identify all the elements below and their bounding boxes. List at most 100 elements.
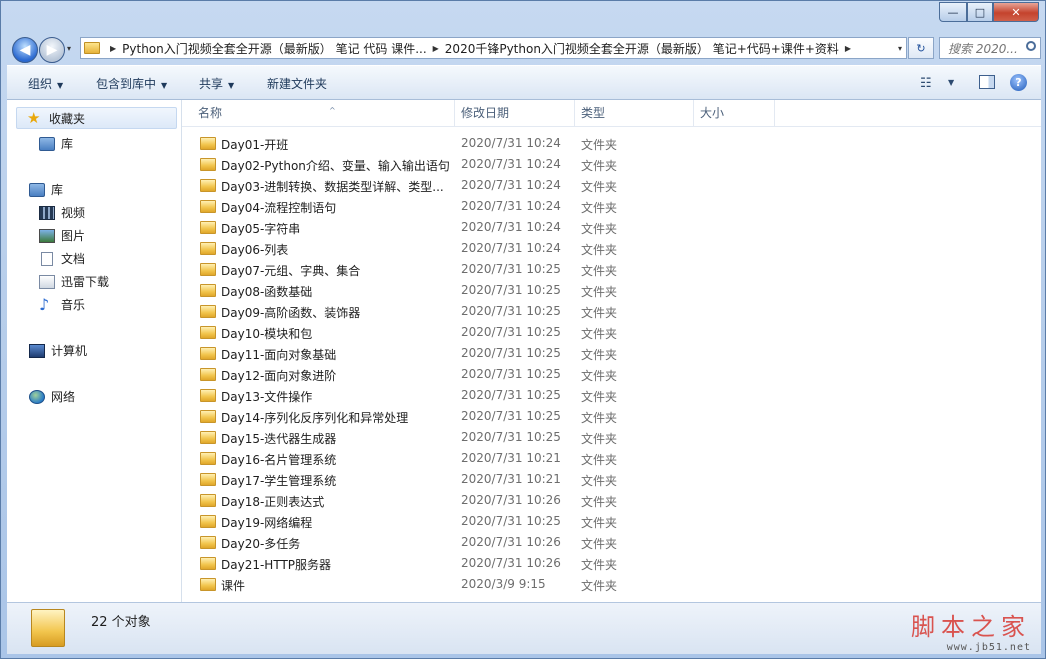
folder-icon — [200, 263, 216, 276]
sidebar-item-music[interactable]: ♪ 音乐 — [39, 296, 85, 313]
watermark-title: 脚本之家 — [911, 613, 1031, 641]
breadcrumb-separator-icon[interactable]: ▶ — [433, 44, 439, 53]
file-row[interactable]: Day09-高阶函数、装饰器 2020/7/31 10:25 文件夹 — [182, 301, 1041, 322]
column-header-date-modified[interactable]: 修改日期 — [455, 100, 575, 126]
file-date-modified: 2020/7/31 10:24 — [461, 220, 561, 234]
file-type: 文件夹 — [581, 306, 618, 320]
new-folder-button[interactable]: 新建文件夹 — [267, 75, 327, 92]
file-date-modified: 2020/7/31 10:26 — [461, 556, 561, 570]
file-row[interactable]: Day14-序列化反序列化和异常处理 2020/7/31 10:25 文件夹 — [182, 406, 1041, 427]
organize-button[interactable]: 组织 ▼ — [28, 75, 63, 92]
file-name: Day01-开班 — [221, 138, 289, 152]
file-row[interactable]: Day15-迭代器生成器 2020/7/31 10:25 文件夹 — [182, 427, 1041, 448]
breadcrumb-separator-icon[interactable]: ▶ — [110, 44, 116, 53]
file-name: Day10-模块和包 — [221, 327, 313, 341]
file-row[interactable]: Day04-流程控制语句 2020/7/31 10:24 文件夹 — [182, 196, 1041, 217]
file-date-modified: 2020/7/31 10:24 — [461, 199, 561, 213]
file-date-modified: 2020/7/31 10:25 — [461, 325, 561, 339]
file-date-modified: 2020/3/9 9:15 — [461, 577, 546, 591]
file-type: 文件夹 — [581, 243, 618, 257]
file-date-modified: 2020/7/31 10:25 — [461, 304, 561, 318]
file-row[interactable]: Day05-字符串 2020/7/31 10:24 文件夹 — [182, 217, 1041, 238]
file-name: Day20-多任务 — [221, 537, 301, 551]
file-name: Day06-列表 — [221, 243, 289, 257]
music-note-icon: ♪ — [39, 294, 50, 314]
view-dropdown-icon[interactable]: ▼ — [948, 78, 954, 87]
file-row[interactable]: Day17-学生管理系统 2020/7/31 10:21 文件夹 — [182, 469, 1041, 490]
file-row[interactable]: Day11-面向对象基础 2020/7/31 10:25 文件夹 — [182, 343, 1041, 364]
breadcrumb-item[interactable]: Python入门视频全套全开源（最新版） 笔记 代码 课件... — [122, 40, 426, 57]
file-name: Day17-学生管理系统 — [221, 474, 337, 488]
file-row[interactable]: Day07-元组、字典、集合 2020/7/31 10:25 文件夹 — [182, 259, 1041, 280]
file-row[interactable]: Day16-名片管理系统 2020/7/31 10:21 文件夹 — [182, 448, 1041, 469]
back-button[interactable]: ◀ — [12, 37, 38, 63]
file-name: Day14-序列化反序列化和异常处理 — [221, 411, 409, 425]
folder-icon — [200, 473, 216, 486]
file-name: Day13-文件操作 — [221, 390, 313, 404]
navigation-pane: ★ 收藏夹 库 库 视频 图片 文档 迅雷下载 ♪ 音乐 计算机 网络 — [7, 100, 182, 602]
file-type: 文件夹 — [581, 138, 618, 152]
share-button[interactable]: 共享 ▼ — [199, 75, 234, 92]
file-name: 课件 — [221, 579, 246, 593]
preview-pane-icon[interactable] — [979, 75, 995, 89]
file-row[interactable]: Day01-开班 2020/7/31 10:24 文件夹 — [182, 133, 1041, 154]
sidebar-item-favorites[interactable]: ★ 收藏夹 — [16, 107, 177, 129]
file-row[interactable]: Day13-文件操作 2020/7/31 10:25 文件夹 — [182, 385, 1041, 406]
recent-pages-dropdown-icon[interactable]: ▾ — [67, 44, 71, 53]
folder-icon — [200, 137, 216, 150]
file-row[interactable]: Day18-正则表达式 2020/7/31 10:26 文件夹 — [182, 490, 1041, 511]
file-row[interactable]: Day02-Python介绍、变量、输入输出语句 2020/7/31 10:24 文… — [182, 154, 1041, 175]
close-button[interactable]: ✕ — [993, 2, 1039, 22]
sidebar-item-computer[interactable]: 计算机 — [29, 342, 87, 359]
address-bar[interactable]: ▶ Python入门视频全套全开源（最新版） 笔记 代码 课件... ▶ 202… — [80, 37, 907, 59]
file-row[interactable]: Day20-多任务 2020/7/31 10:26 文件夹 — [182, 532, 1041, 553]
sidebar-item-network[interactable]: 网络 — [29, 388, 75, 405]
file-row[interactable]: Day12-面向对象进阶 2020/7/31 10:25 文件夹 — [182, 364, 1041, 385]
file-row[interactable]: Day10-模块和包 2020/7/31 10:25 文件夹 — [182, 322, 1041, 343]
refresh-button[interactable]: ↻ — [908, 37, 934, 59]
file-name: Day12-面向对象进阶 — [221, 369, 337, 383]
column-header-name[interactable]: 名称 ^ — [192, 100, 455, 126]
file-row[interactable]: Day21-HTTP服务器 2020/7/31 10:26 文件夹 — [182, 553, 1041, 574]
command-bar: 组织 ▼ 包含到库中 ▼ 共享 ▼ 新建文件夹 ☷ ▼ ? — [7, 65, 1041, 100]
file-row[interactable]: Day19-网络编程 2020/7/31 10:25 文件夹 — [182, 511, 1041, 532]
column-header-size[interactable]: 大小 — [694, 100, 775, 126]
search-input[interactable] — [946, 39, 1028, 59]
file-row[interactable]: Day08-函数基础 2020/7/31 10:25 文件夹 — [182, 280, 1041, 301]
sidebar-item-videos[interactable]: 视频 — [39, 204, 85, 221]
search-box[interactable] — [939, 37, 1041, 59]
breadcrumb-item[interactable]: 2020千锋Python入门视频全套全开源（最新版） 笔记+代码+课件+资料 — [445, 40, 839, 57]
file-type: 文件夹 — [581, 159, 618, 173]
file-row[interactable]: Day06-列表 2020/7/31 10:24 文件夹 — [182, 238, 1041, 259]
address-dropdown-icon[interactable]: ▾ — [898, 44, 902, 53]
minimize-button[interactable]: — — [939, 2, 967, 22]
file-type: 文件夹 — [581, 537, 618, 551]
file-date-modified: 2020/7/31 10:25 — [461, 367, 561, 381]
folder-icon — [200, 494, 216, 507]
change-view-icon[interactable]: ☷ — [920, 76, 932, 91]
column-header-type[interactable]: 类型 — [575, 100, 694, 126]
file-type: 文件夹 — [581, 453, 618, 467]
forward-button[interactable]: ▶ — [39, 37, 65, 63]
forward-arrow-icon: ▶ — [46, 42, 58, 58]
file-row[interactable]: 课件 2020/3/9 9:15 文件夹 — [182, 574, 1041, 595]
file-name: Day08-函数基础 — [221, 285, 313, 299]
sidebar-item-libraries[interactable]: 库 — [29, 181, 63, 198]
folder-icon — [200, 179, 216, 192]
maximize-button[interactable]: □ — [967, 2, 993, 22]
file-name: Day07-元组、字典、集合 — [221, 264, 361, 278]
file-date-modified: 2020/7/31 10:25 — [461, 388, 561, 402]
sidebar-item-documents[interactable]: 文档 — [39, 250, 85, 267]
breadcrumb-separator-icon[interactable]: ▶ — [845, 44, 851, 53]
sidebar-item-library-shortcut[interactable]: 库 — [39, 135, 73, 152]
file-type: 文件夹 — [581, 390, 618, 404]
folder-icon — [200, 557, 216, 570]
help-icon[interactable]: ? — [1010, 74, 1027, 91]
folder-icon — [200, 389, 216, 402]
include-in-library-button[interactable]: 包含到库中 ▼ — [96, 75, 167, 92]
search-icon[interactable] — [1026, 41, 1036, 51]
sidebar-item-pictures[interactable]: 图片 — [39, 227, 85, 244]
file-row[interactable]: Day03-进制转换、数据类型详解、类型... 2020/7/31 10:24 文件… — [182, 175, 1041, 196]
sidebar-item-thunder-downloads[interactable]: 迅雷下载 — [39, 273, 109, 290]
details-pane: 22 个对象 脚本之家 www.jb51.net — [7, 602, 1041, 654]
